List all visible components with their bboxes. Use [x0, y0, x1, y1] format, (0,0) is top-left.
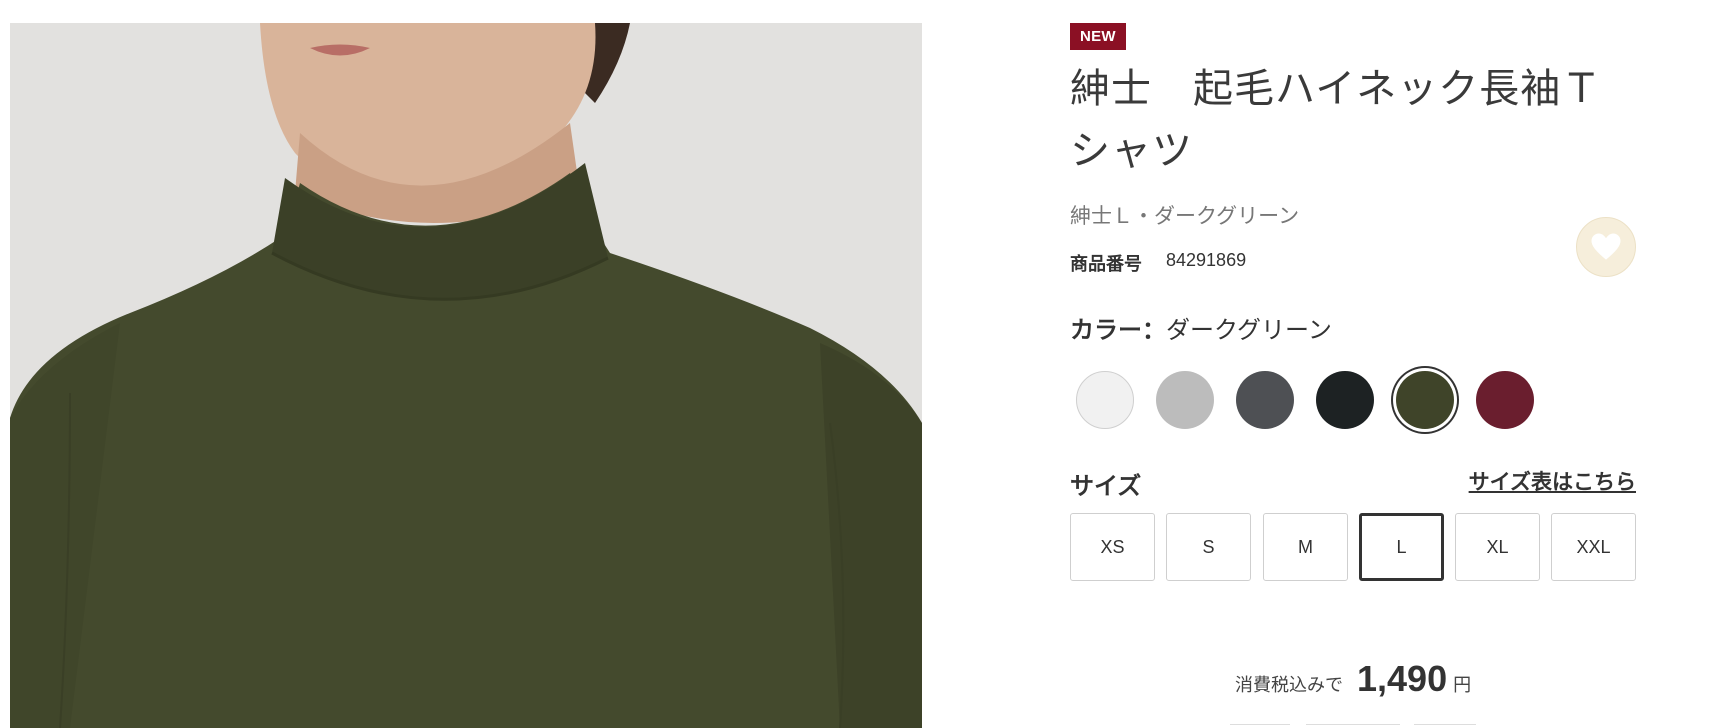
partial-button-edge — [1230, 724, 1290, 728]
color-selection-label: カラー：ダークグリーン — [1070, 310, 1332, 345]
product-title: 紳士 起毛ハイネック長袖Ｔシャツ — [1070, 66, 1603, 174]
color-swatch-white[interactable] — [1076, 371, 1134, 429]
color-swatch-charcoal[interactable] — [1236, 371, 1294, 429]
price: 消費税込みで 1,490 円 — [1235, 658, 1471, 700]
size-chart-link[interactable]: サイズ表はこちら — [1469, 466, 1636, 496]
size-option-l[interactable]: L — [1359, 513, 1444, 581]
color-swatch-black[interactable] — [1316, 371, 1374, 429]
product-info-panel: NEW 紳士 起毛ハイネック長袖Ｔシャツ 紳士Ｌ・ダークグリーン 商品番号 84… — [1070, 0, 1636, 728]
color-swatch-dark-green[interactable] — [1396, 371, 1454, 429]
size-label: サイズ — [1070, 472, 1142, 500]
color-swatch-light-gray[interactable] — [1156, 371, 1214, 429]
partial-button-edge — [1306, 724, 1400, 728]
product-image[interactable] — [10, 23, 922, 728]
size-option-s[interactable]: S — [1166, 513, 1251, 581]
size-option-xs[interactable]: XS — [1070, 513, 1155, 581]
price-unit: 円 — [1453, 675, 1472, 696]
color-selected-value: ダークグリーン — [1166, 316, 1332, 344]
new-badge: NEW — [1070, 23, 1126, 50]
heart-icon — [1591, 233, 1621, 260]
color-swatch-wine[interactable] — [1476, 371, 1534, 429]
size-option-xl[interactable]: XL — [1455, 513, 1540, 581]
favorite-button[interactable] — [1576, 217, 1636, 277]
size-option-xxl[interactable]: XXL — [1551, 513, 1636, 581]
size-option-m[interactable]: M — [1263, 513, 1348, 581]
product-code-label: 商品番号 — [1070, 254, 1142, 275]
partial-button-edge — [1414, 724, 1476, 728]
price-prefix: 消費税込みで — [1235, 675, 1343, 696]
color-label: カラー： — [1070, 316, 1166, 344]
price-value: 1,490 — [1357, 658, 1448, 699]
product-variant: 紳士Ｌ・ダークグリーン — [1070, 204, 1300, 228]
product-code-value: 84291869 — [1166, 250, 1247, 270]
